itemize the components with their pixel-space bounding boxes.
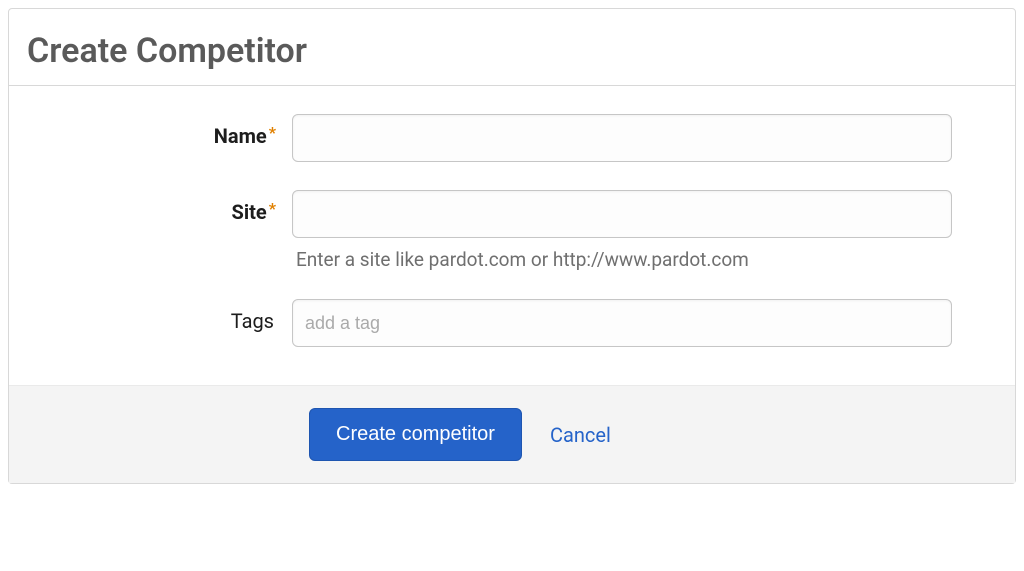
tags-row: Tags xyxy=(27,299,997,347)
tags-input[interactable] xyxy=(292,299,952,347)
site-row: Site* Enter a site like pardot.com or ht… xyxy=(27,190,997,271)
name-label: Name xyxy=(214,124,267,148)
site-help-text: Enter a site like pardot.com or http://w… xyxy=(292,248,952,271)
site-input[interactable] xyxy=(292,190,952,238)
name-field-col xyxy=(292,114,952,162)
name-label-wrapper: Name* xyxy=(27,114,292,148)
required-icon: * xyxy=(269,199,276,218)
required-icon: * xyxy=(269,123,276,142)
name-row: Name* xyxy=(27,114,997,162)
form-area: Name* Site* Enter a site like pardot.com… xyxy=(9,104,1015,385)
page-title: Create Competitor xyxy=(9,9,1015,86)
site-label: Site xyxy=(232,200,267,224)
create-competitor-button[interactable]: Create competitor xyxy=(309,408,522,461)
tags-field-col xyxy=(292,299,952,347)
cancel-link[interactable]: Cancel xyxy=(550,423,611,447)
name-input[interactable] xyxy=(292,114,952,162)
tags-label: Tags xyxy=(231,309,274,333)
site-label-wrapper: Site* xyxy=(27,190,292,224)
site-field-col: Enter a site like pardot.com or http://w… xyxy=(292,190,952,271)
button-bar: Create competitor Cancel xyxy=(9,385,1015,483)
tags-label-wrapper: Tags xyxy=(27,299,292,333)
create-competitor-panel: Create Competitor Name* Site* Enter a si… xyxy=(8,8,1016,484)
